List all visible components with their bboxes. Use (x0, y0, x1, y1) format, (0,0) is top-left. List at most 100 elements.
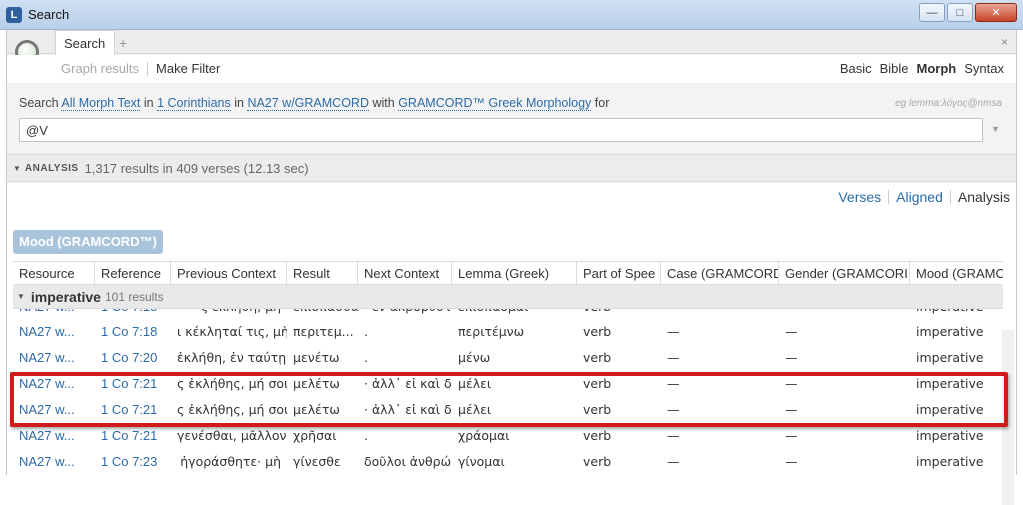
cell-mood: imperative (910, 309, 1003, 319)
cell-part-of-speech: verb (583, 324, 612, 339)
column-previous-context[interactable]: Previous Context (171, 262, 287, 284)
column-part-of-speech[interactable]: Part of Spee (577, 262, 661, 284)
cell-reference[interactable]: 1 Co 7:20 (95, 345, 171, 371)
minimize-button[interactable]: — (919, 3, 945, 22)
cell-resource[interactable]: NA27 w... (13, 423, 95, 449)
table-row[interactable]: NA27 w... 1 Co 7:21 ς ἐκλήθης, μή σοι μελέτ… (13, 397, 1003, 423)
column-gender[interactable]: Gender (GRAMCORI (779, 262, 910, 284)
group-by-chip[interactable]: Mood (GRAMCORD™) (13, 230, 163, 254)
search-panel: Search + × Graph results Make Filter Bas… (6, 30, 1017, 505)
add-tab-icon[interactable]: + (119, 35, 127, 51)
mode-bible[interactable]: Bible (880, 61, 909, 76)
collapse-triangle-icon[interactable]: ▼ (13, 164, 21, 173)
cell-case: — (667, 402, 680, 417)
cell-next-context: . (364, 428, 368, 443)
view-analysis[interactable]: Analysis (958, 189, 1010, 205)
cell-mood: imperative (916, 350, 984, 365)
view-aligned[interactable]: Aligned (896, 189, 943, 205)
cell-reference[interactable]: 1 Co 7:21 (95, 397, 171, 423)
vertical-scrollbar[interactable] (1002, 330, 1014, 505)
logos-icon: L (6, 6, 22, 23)
cell-reference[interactable]: 1 Co 7:21 (95, 423, 171, 449)
cell-resource[interactable]: NA27 w... (13, 319, 95, 345)
view-switcher: Verses Aligned Analysis (838, 189, 1010, 205)
mode-syntax[interactable]: Syntax (964, 61, 1004, 76)
column-reference[interactable]: Reference (95, 262, 171, 284)
window-title: Search (28, 7, 70, 22)
cell-result: χρῆσαι (293, 428, 337, 443)
table-row[interactable]: NA27 w... 1 Co 7:18 ι κέκληταί τις, μὴ περι… (13, 319, 1003, 345)
column-next-context[interactable]: Next Context (358, 262, 452, 284)
window-controls: — □ ✕ (919, 3, 1017, 22)
cell-reference[interactable]: 1 Co 7:23 (95, 449, 171, 475)
cell-resource[interactable]: NA27 w... (13, 371, 95, 397)
collapse-triangle-icon[interactable]: ▼ (17, 292, 25, 301)
results-summary: 1,317 results in 409 verses (12.13 sec) (84, 160, 309, 176)
column-mood[interactable]: Mood (GRAMC (910, 262, 1003, 284)
cell-gender: — (779, 309, 910, 319)
cell-part-of-speech: verb (577, 309, 661, 319)
cell-lemma: χράομαι (458, 428, 510, 443)
cell-gender: — (785, 402, 798, 417)
cell-gender: — (785, 350, 798, 365)
table-row[interactable]: NA27 w... 1 Co 7:21 ς ἐκλήθης, μή σοι μελέτ… (13, 371, 1003, 397)
table-row[interactable]: NA27 w... 1 Co 7:20 ἐκλήθη, ἐν ταύτῃ μενέτω… (13, 345, 1003, 371)
table-row[interactable]: NA27 w... 1 Co 7:23 ἠγοράσθητε· μὴ γίνεσθε δ… (13, 449, 1003, 475)
cell-resource[interactable]: NA27 w... (13, 449, 95, 475)
analysis-header[interactable]: ▼ ANALYSIS 1,317 results in 409 verses (… (7, 154, 1016, 182)
cell-result: ἐπισπάσθω (287, 309, 358, 319)
group-row-imperative[interactable]: ▼ imperative 101 results (13, 285, 1003, 309)
search-description: Search All Morph Text in 1 Corinthians i… (19, 96, 610, 111)
cell-previous-context: ἠγοράσθητε· μὴ (180, 454, 281, 469)
cell-next-context: . (364, 350, 368, 365)
cell-result: μενέτω (293, 350, 340, 365)
cell-reference[interactable]: 1 Co 7:18 (95, 309, 171, 319)
mode-morph[interactable]: Morph (917, 61, 957, 76)
cell-gender: — (785, 376, 798, 391)
close-tab-icon[interactable]: × (1001, 35, 1008, 49)
title-bar: L Search — □ ✕ (0, 0, 1023, 30)
table-row[interactable]: NA27 w... 1 Co 7:21 γενέσθαι, μᾶλλον χρῆσαι… (13, 423, 1003, 449)
cell-gender: — (785, 454, 798, 469)
chevron-down-icon[interactable]: ▼ (991, 124, 1000, 134)
view-verses[interactable]: Verses (838, 189, 881, 205)
cell-result: μελέτω (293, 402, 340, 417)
tab-strip: Search + × (7, 30, 1016, 55)
column-case[interactable]: Case (GRAMCORD (661, 262, 779, 284)
column-resource[interactable]: Resource (13, 262, 95, 284)
cell-reference[interactable]: 1 Co 7:18 (95, 319, 171, 345)
cell-part-of-speech: verb (583, 454, 612, 469)
cell-gender: — (785, 428, 798, 443)
cell-next-context: · ἀλλ᾽ εἰ καὶ δι (364, 376, 452, 391)
cell-part-of-speech: verb (583, 350, 612, 365)
range-selector[interactable]: 1 Corinthians (157, 96, 231, 111)
column-lemma[interactable]: Lemma (Greek) (452, 262, 577, 284)
graph-results-button[interactable]: Graph results (61, 61, 139, 76)
table-header: Resource Reference Previous Context Resu… (13, 261, 1003, 285)
maximize-button[interactable]: □ (947, 3, 973, 22)
cell-resource[interactable]: NA27 w... (13, 345, 95, 371)
table-row[interactable]: NA27 w...1 Co 7:18ς έκλήθη, μὴἐπισπάσθω·… (13, 309, 1003, 319)
cell-previous-context: ς ἐκλήθης, μή σοι (177, 376, 287, 391)
tab-search[interactable]: Search (55, 30, 115, 55)
morphology-selector[interactable]: GRAMCORD™ Greek Morphology (398, 96, 592, 111)
column-result[interactable]: Result (287, 262, 358, 284)
resource-selector[interactable]: NA27 w/GRAMCORD (247, 96, 369, 111)
cell-lemma: μέλει (458, 402, 492, 417)
cell-resource[interactable]: NA27 w... (13, 397, 95, 423)
cell-part-of-speech: verb (583, 428, 612, 443)
results-area: Verses Aligned Analysis Mood (GRAMCORD™)… (7, 183, 1016, 475)
mode-basic[interactable]: Basic (840, 61, 872, 76)
cell-resource[interactable]: NA27 w... (13, 309, 95, 319)
table-body: NA27 w...1 Co 7:18ς έκλήθη, μὴἐπισπάσθω·… (13, 309, 1003, 475)
make-filter-button[interactable]: Make Filter (156, 61, 220, 76)
cell-case: — (667, 454, 680, 469)
search-input[interactable] (19, 118, 983, 142)
close-window-button[interactable]: ✕ (975, 3, 1017, 22)
query-hint: eg lemma:λόγος@nmsa (895, 98, 1002, 109)
cell-case: — (667, 428, 680, 443)
field-selector[interactable]: All Morph Text (61, 96, 141, 111)
cell-mood: imperative (916, 324, 984, 339)
cell-reference[interactable]: 1 Co 7:21 (95, 371, 171, 397)
cell-case: — (661, 309, 779, 319)
